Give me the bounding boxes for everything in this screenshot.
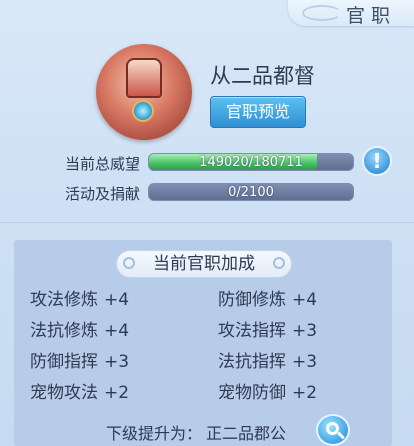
search-handle	[337, 431, 345, 440]
bonus-item-name: 法抗指挥	[218, 352, 286, 372]
prestige-label: 当前总威望	[64, 155, 140, 173]
bonus-item-value: +2	[292, 383, 318, 403]
curl-right-icon	[273, 257, 285, 269]
helmet-crest	[126, 58, 162, 98]
bonus-item-value: +4	[104, 321, 130, 341]
bonus-section-title: 当前官职加成	[116, 250, 292, 278]
bonus-item-name: 宠物攻法	[30, 383, 98, 403]
bonus-item: 法抗指挥 +3	[218, 347, 317, 372]
bonus-item-name: 法抗修炼	[30, 321, 98, 341]
bonus-item-value: +4	[104, 290, 130, 310]
bonus-item-value: +4	[292, 290, 318, 310]
bonus-item: 攻法修炼 +4	[30, 285, 129, 310]
bonus-item-name: 防御指挥	[30, 352, 98, 372]
helmet-emblem-icon	[96, 44, 192, 140]
bonus-item: 攻法指挥 +3	[218, 316, 317, 341]
activity-progress-bar: 0/2100	[148, 183, 354, 201]
bonus-item: 防御修炼 +4	[218, 285, 317, 310]
bonus-item: 法抗修炼 +4	[30, 316, 129, 341]
curl-left-icon	[123, 257, 135, 269]
prestige-progress-text: 149020/180711	[199, 155, 303, 170]
activity-label: 活动及捐献	[64, 185, 140, 203]
bonus-item-name: 防御修炼	[218, 290, 286, 310]
bonus-item-name: 宠物防御	[218, 383, 286, 403]
bonus-item-value: +3	[292, 352, 318, 372]
swirl-ornament-icon	[302, 5, 342, 21]
helmet-gem	[132, 100, 154, 122]
question-icon[interactable]: !	[362, 146, 392, 176]
rank-name: 从二品都督	[210, 64, 315, 88]
bonus-item-name: 攻法修炼	[30, 290, 98, 310]
next-rank-label: 下级提升为：	[106, 424, 203, 443]
rank-preview-button[interactable]: 官职预览	[210, 96, 306, 128]
activity-progress-text: 0/2100	[228, 185, 274, 200]
bonus-item-name: 攻法指挥	[218, 321, 286, 341]
title-tab: 官职	[288, 0, 414, 27]
bonus-item: 宠物攻法 +2	[30, 378, 129, 403]
panel-title: 官职	[345, 5, 396, 27]
prestige-progress-bar: 149020/180711	[148, 153, 354, 171]
bonus-item: 宠物防御 +2	[218, 378, 317, 403]
bonus-item: 防御指挥 +3	[30, 347, 129, 372]
bonus-item-value: +3	[292, 321, 318, 341]
next-rank-value: 正二品郡公	[206, 424, 287, 443]
bonus-item-value: +3	[104, 352, 130, 372]
bonus-title-text: 当前官职加成	[153, 254, 255, 274]
bonus-item-value: +2	[104, 383, 130, 403]
search-icon[interactable]	[316, 414, 350, 446]
divider	[0, 222, 414, 223]
official-rank-panel: 官职 从二品都督 官职预览 当前总威望 149020/180711 ! 活动及捐…	[0, 0, 414, 446]
